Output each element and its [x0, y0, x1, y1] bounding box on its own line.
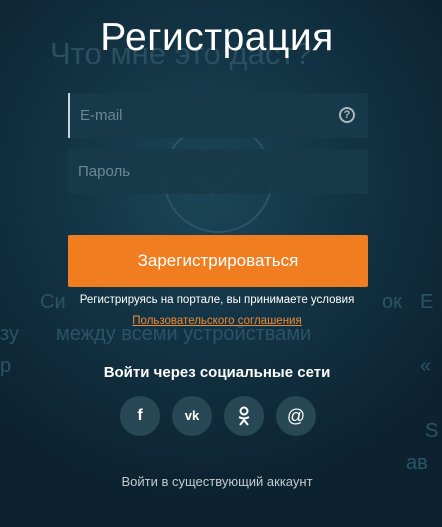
- existing-account-link[interactable]: Войти в существующий аккаунт: [0, 474, 434, 489]
- email-field[interactable]: [70, 93, 368, 138]
- terms-notice: Регистрируясь на портале, вы принимаете …: [0, 290, 434, 332]
- background-text-right-5: ав: [406, 452, 428, 474]
- help-icon[interactable]: ?: [339, 107, 355, 123]
- vk-icon: vk: [184, 408, 200, 423]
- background-text-right-4: S: [425, 420, 439, 442]
- user-agreement-link[interactable]: Пользовательского соглашения: [132, 315, 301, 327]
- odnoklassniki-icon: [238, 406, 250, 426]
- social-login-title: Войти через социальные сети: [103, 364, 331, 381]
- facebook-icon: f: [137, 407, 143, 424]
- registration-page: Что мне это даст? Си между всеми устройс…: [0, 0, 442, 527]
- terms-text: Регистрируясь на портале, вы принимаете …: [79, 294, 355, 306]
- at-sign-icon: @: [286, 406, 306, 426]
- facebook-button[interactable]: f: [120, 396, 160, 436]
- register-button[interactable]: Зарегистрироваться: [68, 235, 368, 287]
- password-field-container: [68, 149, 368, 194]
- odnoklassniki-button[interactable]: [224, 396, 264, 436]
- vk-button[interactable]: vk: [172, 396, 212, 436]
- password-field[interactable]: [68, 149, 368, 194]
- email-field-container: ?: [68, 93, 368, 138]
- mail-ru-button[interactable]: @: [276, 396, 316, 436]
- page-title: Регистрация: [100, 16, 334, 59]
